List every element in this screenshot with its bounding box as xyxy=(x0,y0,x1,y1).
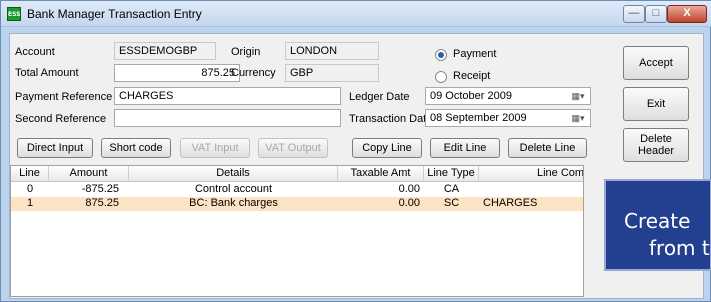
calendar-dropdown-icon[interactable]: ▦▾ xyxy=(569,112,587,124)
cell-line: 1 xyxy=(26,197,34,209)
cell-line-comment xyxy=(483,183,583,197)
minimize-button[interactable]: — xyxy=(623,5,645,23)
payment-reference-field[interactable]: CHARGES xyxy=(114,87,341,105)
cell-line: 0 xyxy=(26,183,34,195)
column-header-line-comment[interactable]: Line Comm xyxy=(479,166,583,182)
ledger-date-picker[interactable]: 09 October 2009 ▦▾ xyxy=(425,87,591,105)
cell-line-type: SC xyxy=(443,197,460,209)
cell-line-comment: CHARGES xyxy=(483,197,538,209)
account-field: ESSDEMOGBP xyxy=(114,42,216,60)
app-icon: ESS xyxy=(7,7,21,21)
ledger-date-label: Ledger Date xyxy=(349,91,410,103)
total-amount-label: Total Amount xyxy=(15,67,79,79)
short-code-button[interactable]: Short code xyxy=(101,138,171,158)
transaction-date-label: Transaction Date xyxy=(349,113,433,125)
column-header-amount[interactable]: Amount xyxy=(49,166,129,182)
cell-amount: 875.25 xyxy=(85,197,119,209)
payment-radio-label[interactable]: Payment xyxy=(453,48,496,60)
accept-button[interactable]: Accept xyxy=(623,46,689,80)
maximize-button[interactable]: □ xyxy=(645,5,667,23)
exit-button[interactable]: Exit xyxy=(623,87,689,121)
edit-line-button[interactable]: Edit Line xyxy=(430,138,500,158)
transaction-date-picker[interactable]: 08 September 2009 ▦▾ xyxy=(425,109,591,127)
payment-reference-label: Payment Reference xyxy=(15,91,113,103)
cell-line-type: CA xyxy=(443,183,460,195)
tutorial-callout: Create from t xyxy=(604,179,711,271)
origin-field: LONDON xyxy=(285,42,379,60)
vat-output-button[interactable]: VAT Output xyxy=(258,138,328,158)
column-header-details[interactable]: Details xyxy=(129,166,338,182)
cell-taxable-amt: 0.00 xyxy=(398,183,420,195)
column-header-line[interactable]: Line xyxy=(11,166,49,182)
delete-header-button[interactable]: Delete Header xyxy=(623,128,689,162)
receipt-radio-label[interactable]: Receipt xyxy=(453,70,490,82)
transaction-date-value: 08 September 2009 xyxy=(430,112,527,124)
window-title: Bank Manager Transaction Entry xyxy=(27,7,202,21)
cell-taxable-amt: 0.00 xyxy=(398,197,420,209)
ledger-date-value: 09 October 2009 xyxy=(430,90,512,102)
receipt-radio[interactable] xyxy=(435,71,447,83)
origin-label: Origin xyxy=(231,46,261,58)
total-amount-field[interactable]: 875.25 xyxy=(114,64,240,82)
column-header-taxable-amt[interactable]: Taxable Amt xyxy=(338,166,424,182)
column-header-line-type[interactable]: Line Type xyxy=(424,166,479,182)
table-row-selected[interactable]: 1 875.25 BC: Bank charges 0.00 SC CHARGE… xyxy=(11,197,583,211)
close-button[interactable]: X xyxy=(667,5,707,23)
second-reference-label: Second Reference xyxy=(15,113,107,125)
direct-input-button[interactable]: Direct Input xyxy=(17,138,93,158)
callout-line-1: Create xyxy=(624,209,691,233)
delete-line-button[interactable]: Delete Line xyxy=(508,138,587,158)
vat-input-button[interactable]: VAT Input xyxy=(180,138,250,158)
copy-line-button[interactable]: Copy Line xyxy=(352,138,422,158)
account-label: Account xyxy=(15,46,55,58)
callout-line-2: from t xyxy=(649,236,710,260)
transaction-entry-window: ESS Bank Manager Transaction Entry — □ X… xyxy=(0,0,711,302)
second-reference-field[interactable] xyxy=(114,109,341,127)
transaction-lines-grid[interactable]: Line Amount Details Taxable Amt Line Typ… xyxy=(10,165,584,297)
title-bar[interactable]: ESS Bank Manager Transaction Entry — □ X xyxy=(1,1,711,27)
cell-amount: -875.25 xyxy=(81,183,119,195)
grid-header: Line Amount Details Taxable Amt Line Typ… xyxy=(11,166,583,182)
currency-field: GBP xyxy=(285,64,379,82)
currency-label: Currency xyxy=(231,67,276,79)
cell-details: BC: Bank charges xyxy=(189,197,278,209)
payment-radio[interactable] xyxy=(435,49,447,61)
calendar-dropdown-icon[interactable]: ▦▾ xyxy=(569,90,587,102)
table-row[interactable]: 0 -875.25 Control account 0.00 CA xyxy=(11,183,583,197)
cell-details: Control account xyxy=(194,183,273,195)
